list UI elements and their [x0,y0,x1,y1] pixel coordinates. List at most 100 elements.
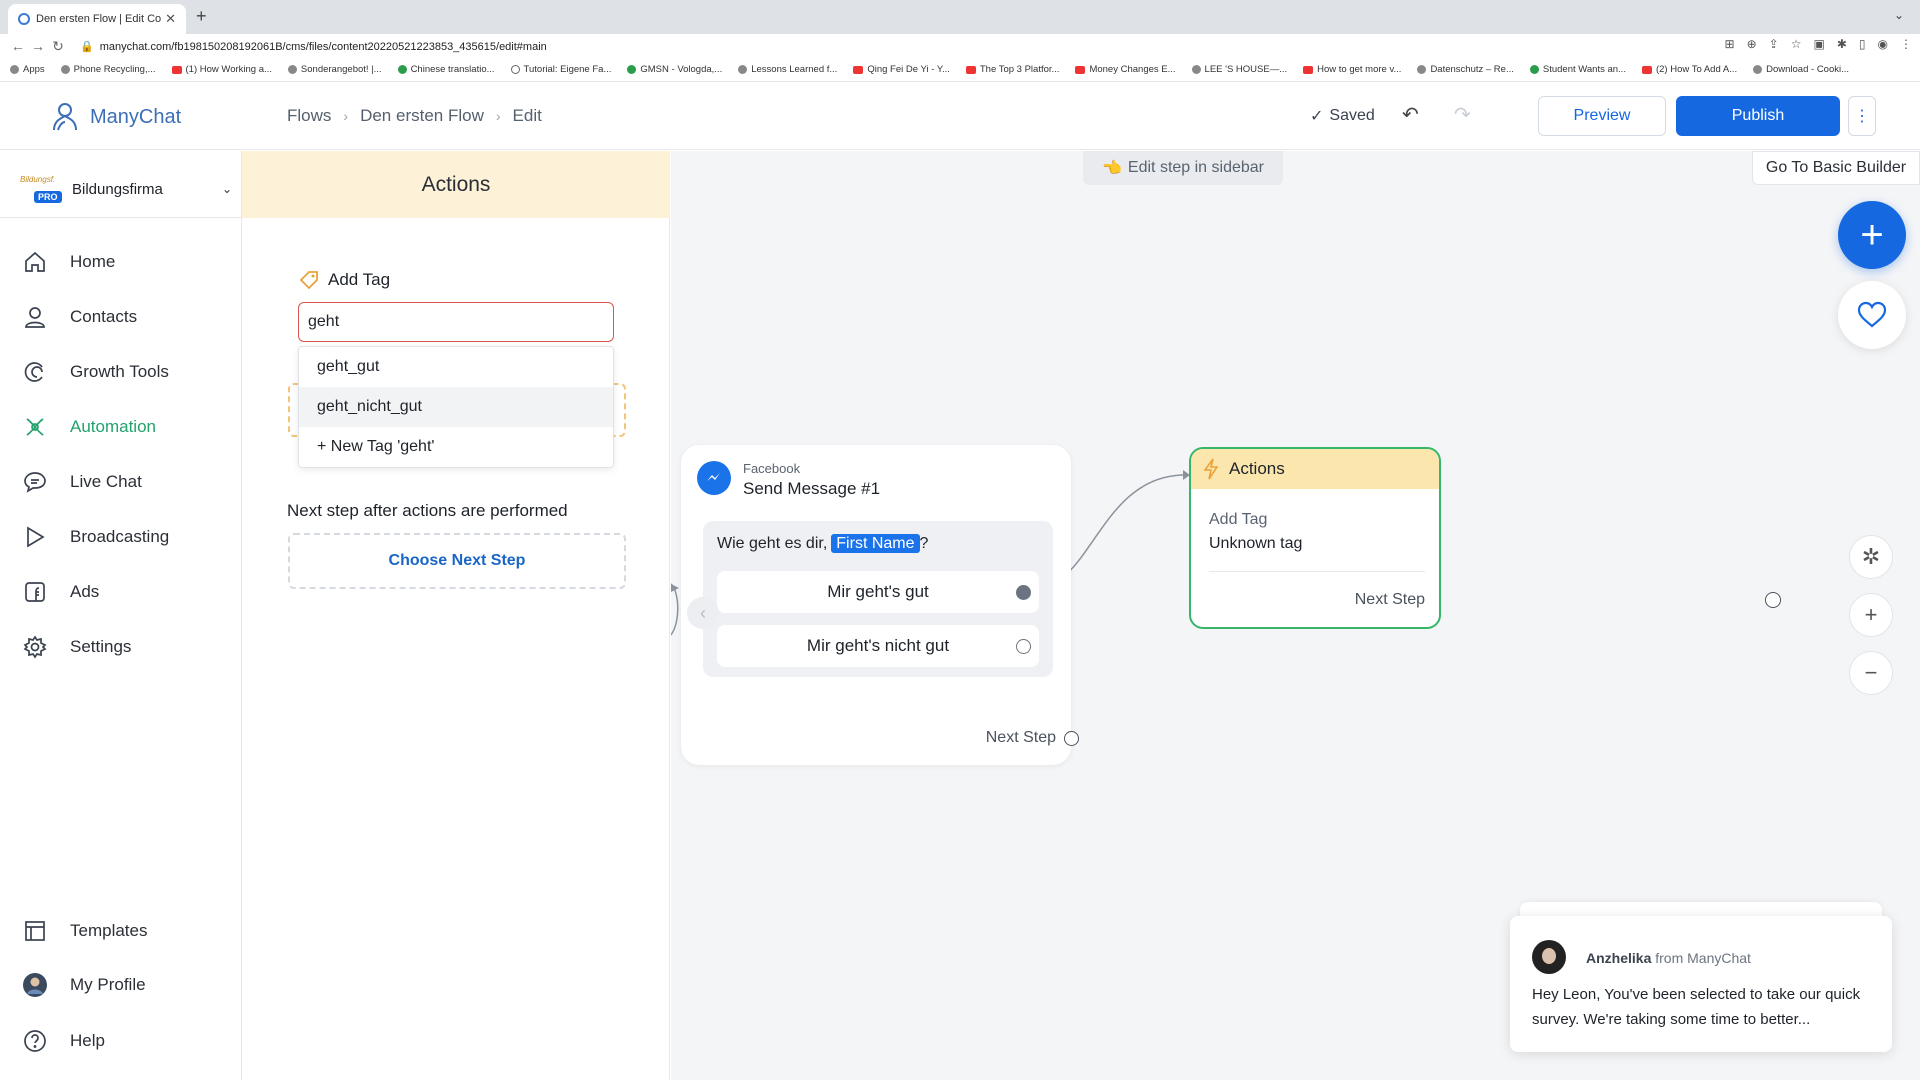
sidebar-item-templates[interactable]: Templates [22,918,147,944]
bookmark-label: How to get more v... [1317,64,1402,75]
left-sidebar: Bildungsf. PRO Bildungsfirma ⌄ Home Cont… [0,151,242,1080]
bookmark-item[interactable]: LEE 'S HOUSE—... [1191,64,1287,75]
puzzle-icon[interactable]: ✱ [1837,37,1847,51]
sidebar-item-settings[interactable]: Settings [22,634,131,660]
actions-panel: Actions Add Tag geht geht_gut geht_nicht… [242,151,670,1080]
forward-arrow-icon[interactable]: → [28,38,48,54]
quick-reply-button[interactable]: Mir geht's gut [717,571,1039,613]
bookmark-item[interactable]: Tutorial: Eigene Fa... [510,64,611,75]
sidebar-item-contacts[interactable]: Contacts [22,304,137,330]
sidebar-item-live-chat[interactable]: Live Chat [22,469,142,495]
bookmark-label: Datenschutz – Re... [1430,64,1514,75]
sidebar-item-label: Help [70,1031,105,1050]
sidebar-item-growth-tools[interactable]: Growth Tools [22,359,169,385]
bookmark-item[interactable]: Money Changes E... [1075,64,1176,75]
redo-icon[interactable]: ↷ [1454,102,1471,127]
bookmark-item[interactable]: Student Wants an... [1529,64,1626,75]
site-icon [397,65,407,74]
back-arrow-icon[interactable]: ← [8,38,28,54]
bookmark-item[interactable]: GMSN - Vologda,... [627,64,722,75]
sidebar-item-ads[interactable]: Ads [22,579,99,605]
add-step-button[interactable]: + [1838,201,1906,269]
zoom-in-button[interactable]: + [1849,593,1893,637]
output-port[interactable] [1016,639,1031,654]
automation-icon [26,418,44,436]
hash-icon [510,65,520,74]
support-chat-popup[interactable]: Anzhelika from ManyChat Hey Leon, You've… [1510,916,1892,1052]
tab-search-icon[interactable]: ⌄ [1894,8,1904,22]
bookmark-item[interactable]: Apps [10,64,45,75]
basic-builder-button[interactable]: Go To Basic Builder [1752,151,1920,185]
extension-icon[interactable]: ▣ [1814,37,1825,51]
preview-button[interactable]: Preview [1538,96,1666,136]
reload-icon[interactable]: ↻ [48,38,68,55]
bookmark-item[interactable]: Lessons Learned f... [738,64,837,75]
agent-avatar [1532,940,1566,974]
output-port[interactable] [1064,730,1079,746]
youtube-icon [853,65,864,74]
add-tag-label: Add Tag [328,270,391,289]
connected-port[interactable] [1016,585,1031,600]
publish-button[interactable]: Publish [1676,96,1840,136]
zoom-out-button[interactable]: − [1849,651,1893,695]
browser-tab[interactable]: Den ersten Flow | Edit Content ✕ [8,4,186,34]
sidebar-item-my-profile[interactable]: My Profile [22,972,146,998]
sidebar-item-help[interactable]: Help [22,1028,105,1054]
bookmark-item[interactable]: Chinese translatio... [397,64,495,75]
bookmark-star-icon[interactable]: ☆ [1791,37,1802,51]
choose-next-step-button[interactable]: Choose Next Step [288,533,626,589]
sidebar-item-broadcasting[interactable]: Broadcasting [22,524,169,550]
actions-node[interactable]: Actions Add Tag Unknown tag Next Step [1189,447,1441,629]
bookmark-item[interactable]: The Top 3 Platfor... [965,64,1059,75]
bookmark-label: Student Wants an... [1542,64,1626,75]
new-tag-option[interactable]: + New Tag 'geht' [299,427,613,467]
breadcrumb: Flows › Den ersten Flow › Edit [287,106,542,126]
divider [0,217,242,218]
profile-icon[interactable]: ◉ [1878,37,1888,51]
close-tab-icon[interactable]: ✕ [165,11,176,27]
site-icon [60,65,70,74]
next-step-label: Next Step [985,729,1056,746]
bookmark-label: Lessons Learned f... [751,64,838,75]
live-chat-icon [24,472,46,493]
tag-option-geht-gut[interactable]: geht_gut [299,347,613,387]
bookmark-item[interactable]: Download - Cooki... [1753,64,1849,75]
zoom-icon[interactable]: ⊕ [1747,37,1757,51]
sidepanel-icon[interactable]: ▯ [1859,37,1866,51]
youtube-icon [1303,65,1314,74]
undo-icon[interactable]: ↶ [1402,102,1419,127]
translate-icon[interactable]: ⊞ [1725,37,1735,51]
bookmark-item[interactable]: (2) How To Add A... [1641,64,1737,75]
account-switcher[interactable]: Bildungsf. PRO Bildungsfirma ⌄ [18,169,232,209]
panel-title: Actions [242,151,670,218]
new-tab-button[interactable]: + [196,6,207,27]
youtube-icon [1075,65,1086,74]
sidebar-item-automation[interactable]: Automation [22,414,156,440]
bookmark-item[interactable]: How to get more v... [1303,64,1401,75]
chevron-left-icon[interactable]: ‹ [687,597,719,629]
bookmark-item[interactable]: (1) How Working a... [171,64,272,75]
tag-search-input[interactable]: geht [298,302,614,342]
manychat-logo[interactable]: ManyChat [48,100,181,134]
breadcrumb-flow-name[interactable]: Den ersten Flow [360,106,484,126]
breadcrumb-flows[interactable]: Flows [287,106,331,126]
output-port[interactable] [1765,592,1781,608]
quick-reply-button[interactable]: Mir geht's nicht gut [717,625,1039,667]
url-field[interactable]: 🔒 manychat.com/fb198150208192061B/cms/fil… [80,40,547,53]
share-icon[interactable]: ⇪ [1769,37,1779,51]
send-message-node[interactable]: Facebook Send Message #1 Wie geht es dir… [681,445,1079,765]
bookmark-item[interactable]: Qing Fei De Yi - Y... [853,64,950,75]
bookmark-item[interactable]: Datenschutz – Re... [1417,64,1514,75]
favorites-button[interactable] [1838,281,1906,349]
message-bubble: Wie geht es dir, First Name? Mir geht's g… [703,521,1053,677]
browser-menu-icon[interactable]: ⋮ [1900,37,1912,51]
bookmark-label: Qing Fei De Yi - Y... [867,64,950,75]
bookmark-item[interactable]: Phone Recycling,... [60,64,156,75]
tag-option-geht-nicht-gut[interactable]: geht_nicht_gut [299,387,613,427]
bookmark-item[interactable]: Sonderangebot! |... [287,64,382,75]
sidebar-item-home[interactable]: Home [22,249,115,275]
auto-arrange-button[interactable]: ✲ [1849,535,1893,579]
account-logo: Bildungsf. [20,175,56,184]
more-options-button[interactable]: ⋮ [1848,96,1876,136]
node-platform: Facebook [743,461,801,476]
